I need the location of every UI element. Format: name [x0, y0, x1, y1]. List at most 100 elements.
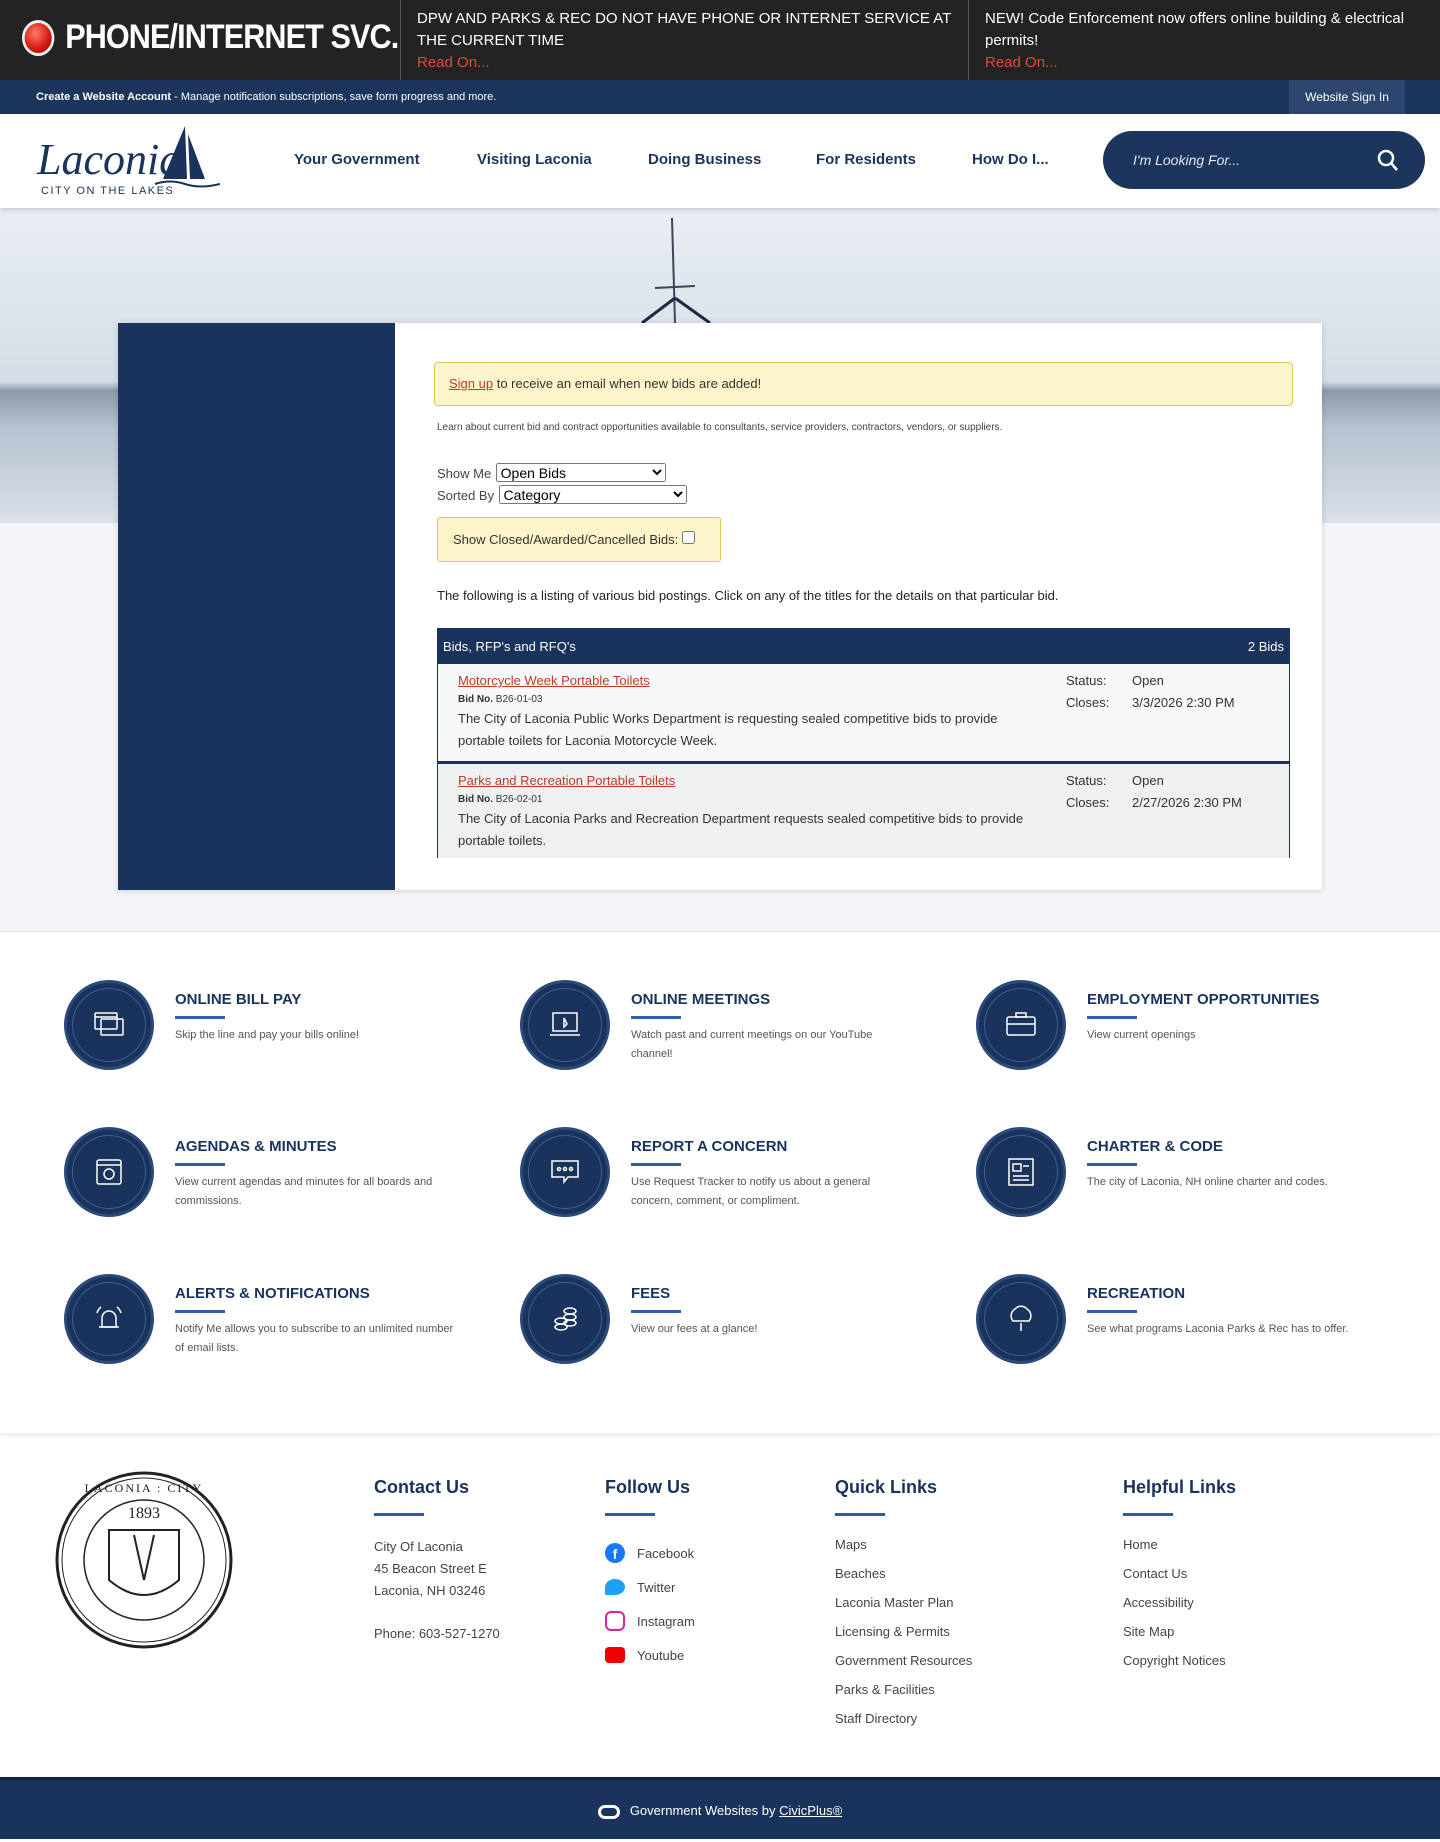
contact-heading: Contact Us — [374, 1477, 470, 1497]
feature-charter-code[interactable]: CHARTER & CODE The city of Laconia, NH o… — [976, 1127, 1396, 1217]
alert-item[interactable]: NEW! Code Enforcement now offers online … — [968, 0, 1440, 80]
feature-recreation[interactable]: RECREATION See what programs Laconia Par… — [976, 1274, 1396, 1364]
show-closed-checkbox[interactable] — [681, 531, 695, 544]
read-on-link[interactable]: Read On... — [985, 52, 1424, 74]
sign-up-link[interactable]: Sign up — [449, 376, 493, 391]
civicplus-icon — [597, 1804, 620, 1819]
bids-table: Bids, RFP's and RFQ's 2 Bids Motorcycle W… — [437, 628, 1290, 858]
feature-report-a-concern[interactable]: REPORT A CONCERN Use Request Tracker to … — [520, 1127, 940, 1217]
feature-online-bill-pay[interactable]: ONLINE BILL PAY Skip the line and pay yo… — [64, 980, 484, 1070]
svg-text:Laconia: Laconia — [36, 135, 181, 184]
briefcase-icon — [976, 980, 1066, 1070]
sorted-by-select[interactable]: Category — [498, 485, 687, 504]
feature-title[interactable]: CHARTER & CODE — [1087, 1138, 1223, 1155]
bid-number: B26-02-01 — [495, 794, 543, 805]
footer-link[interactable]: Maps — [835, 1530, 972, 1559]
svg-text:LACONIA : CITY: LACONIA : CITY — [85, 1481, 204, 1495]
heading-underline — [1123, 1513, 1173, 1516]
footer-link[interactable]: Parks & Facilities — [835, 1675, 972, 1704]
bid-closes: 2/27/2026 2:30 PM — [1132, 795, 1242, 810]
feature-description: Skip the line and pay your bills online! — [175, 1029, 360, 1041]
nav-doing-business[interactable]: Doing Business — [648, 151, 761, 168]
twitter-link[interactable]: Twitter — [605, 1570, 695, 1604]
feature-title[interactable]: ONLINE BILL PAY — [175, 991, 301, 1008]
title-underline — [175, 1016, 225, 1019]
feature-title[interactable]: FEES — [631, 1285, 670, 1302]
youtube-icon — [605, 1647, 625, 1663]
feature-employment-opportunities[interactable]: EMPLOYMENT OPPORTUNITIES View current op… — [976, 980, 1396, 1070]
civicplus-link[interactable]: CivicPlus® — [779, 1803, 842, 1818]
follow-heading: Follow Us — [605, 1477, 690, 1497]
bid-number: B26-01-03 — [495, 694, 543, 705]
instagram-link[interactable]: Instagram — [605, 1604, 695, 1638]
chat-icon — [520, 1127, 610, 1217]
nav-for-residents[interactable]: For Residents — [816, 151, 916, 168]
laconia-logo[interactable]: Laconia CITY ON THE LAKES — [35, 124, 220, 200]
feature-title[interactable]: ONLINE MEETINGS — [631, 991, 770, 1008]
footer-link[interactable]: Contact Us — [1123, 1559, 1236, 1588]
feature-description: The city of Laconia, NH online charter a… — [1087, 1176, 1328, 1188]
footer: 1893 LACONIA : CITY Contact Us City Of L… — [0, 1433, 1440, 1777]
feature-description: View our fees at a glance! — [631, 1323, 758, 1335]
sorted-by-label: Sorted By — [437, 488, 495, 503]
feature-description: Notify Me allows you to subscribe to an … — [175, 1323, 454, 1354]
bid-status: Open — [1132, 673, 1164, 688]
bid-row: Parks and Recreation Portable Toilets Bi… — [438, 761, 1289, 858]
feature-title[interactable]: RECREATION — [1087, 1285, 1185, 1302]
create-account-link[interactable]: Create a Website Account — [36, 91, 171, 103]
search-icon[interactable] — [1377, 149, 1399, 171]
contact-city: Laconia, NH 03246 — [374, 1583, 486, 1598]
feature-title[interactable]: EMPLOYMENT OPPORTUNITIES — [1087, 991, 1320, 1008]
footer-link[interactable]: Home — [1123, 1530, 1236, 1559]
footer-link[interactable]: Government Resources — [835, 1646, 972, 1675]
footer-link[interactable]: Licensing & Permits — [835, 1617, 972, 1646]
read-on-link[interactable]: Read On... — [417, 52, 952, 74]
feature-agendas-minutes[interactable]: AGENDAS & MINUTES View current agendas a… — [64, 1127, 484, 1217]
laptop-icon — [520, 980, 610, 1070]
feature-title[interactable]: ALERTS & NOTIFICATIONS — [175, 1285, 370, 1302]
footer-link[interactable]: Laconia Master Plan — [835, 1588, 972, 1617]
side-navigation-panel — [118, 323, 395, 890]
bid-count: 2 Bids — [1247, 639, 1284, 654]
footer-link[interactable]: Accessibility — [1123, 1588, 1236, 1617]
footer-link[interactable]: Staff Directory — [835, 1704, 972, 1733]
website-sign-in-button[interactable]: Website Sign In — [1289, 80, 1405, 114]
feature-title[interactable]: REPORT A CONCERN — [631, 1138, 787, 1155]
footer-link[interactable]: Site Map — [1123, 1617, 1236, 1646]
show-me-select[interactable]: Open Bids — [495, 463, 666, 482]
title-underline — [175, 1310, 225, 1313]
bid-status: Open — [1132, 773, 1164, 788]
title-underline — [631, 1016, 681, 1019]
tree-icon — [976, 1274, 1066, 1364]
facebook-link[interactable]: f Facebook — [605, 1536, 695, 1570]
feature-description: Watch past and current meetings on our Y… — [631, 1029, 873, 1060]
nav-how-do-i[interactable]: How Do I... — [972, 151, 1049, 168]
feature-online-meetings[interactable]: ONLINE MEETINGS Watch past and current m… — [520, 980, 940, 1070]
contact-phone: Phone: 603-527-1270 — [374, 1626, 500, 1641]
youtube-link[interactable]: Youtube — [605, 1638, 695, 1672]
feature-title[interactable]: AGENDAS & MINUTES — [175, 1138, 337, 1155]
feature-alerts-notifications[interactable]: ALERTS & NOTIFICATIONS Notify Me allows … — [64, 1274, 484, 1364]
quick-links-heading: Quick Links — [835, 1477, 938, 1497]
signup-notice: Sign up to receive an email when new bid… — [434, 362, 1293, 406]
title-underline — [1087, 1016, 1137, 1019]
search-input[interactable]: I'm Looking For... — [1103, 131, 1425, 189]
nav-your-government[interactable]: Your Government — [294, 151, 420, 168]
footer-link[interactable]: Beaches — [835, 1559, 972, 1588]
site-header: Laconia CITY ON THE LAKES Your Governmen… — [0, 114, 1440, 208]
heading-underline — [605, 1513, 655, 1516]
title-underline — [631, 1163, 681, 1166]
bell-icon — [64, 1274, 154, 1364]
footer-link[interactable]: Copyright Notices — [1123, 1646, 1236, 1675]
alert-item[interactable]: DPW AND PARKS & REC DO NOT HAVE PHONE OR… — [400, 0, 968, 80]
feature-fees[interactable]: FEES View our fees at a glance! — [520, 1274, 940, 1364]
bids-table-header: Bids, RFP's and RFQ's 2 Bids — [438, 629, 1289, 664]
feature-description: View current agendas and minutes for all… — [175, 1176, 433, 1207]
title-underline — [175, 1163, 225, 1166]
nav-visiting-laconia[interactable]: Visiting Laconia — [477, 151, 592, 168]
boat-mast-image — [641, 217, 711, 323]
alert-banner: PHONE/INTERNET SVC. DPW AND PARKS & REC … — [0, 0, 1440, 80]
calendar-icon — [64, 1127, 154, 1217]
alert-title[interactable]: PHONE/INTERNET SVC. — [22, 18, 399, 57]
title-underline — [1087, 1310, 1137, 1313]
